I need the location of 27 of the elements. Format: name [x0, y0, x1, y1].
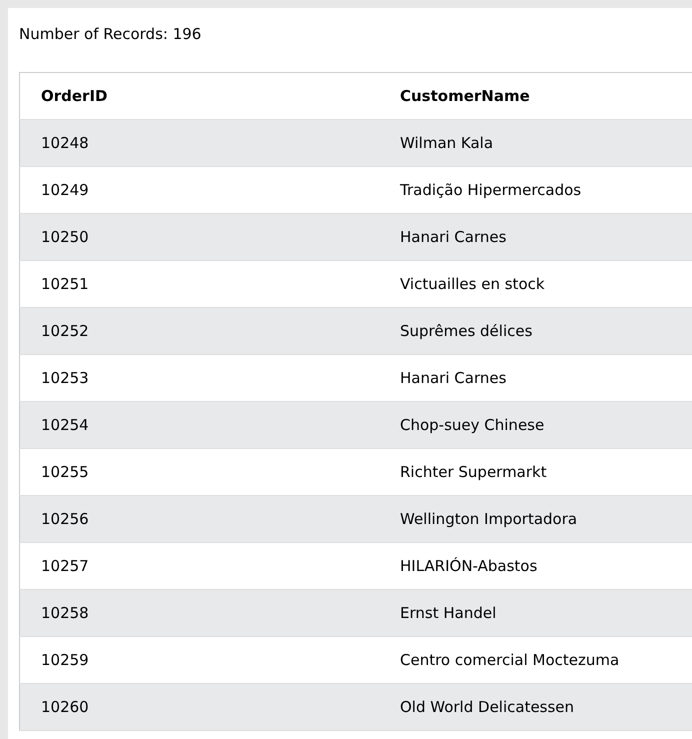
table-cell: Tradição Hipermercados [379, 166, 692, 214]
record-count: Number of Records: 196 [19, 24, 202, 45]
table-cell: Centro comercial Moctezuma [379, 636, 692, 684]
table-cell: 10256 [20, 496, 379, 542]
table-cell: HILARIÓN-Abastos [379, 542, 692, 590]
table-cell: 10249 [20, 166, 379, 214]
table-cell: Wilman Kala [379, 120, 692, 166]
table-cell: 10258 [20, 590, 379, 636]
table-cell: Wellington Importadora [379, 496, 692, 542]
table-cell: Richter Supermarkt [379, 448, 692, 496]
table-cell: 10248 [20, 120, 379, 166]
table-cell: 10254 [20, 402, 379, 448]
table-cell: 10259 [20, 636, 379, 684]
table-cell: Old World Delicatessen [379, 684, 692, 730]
table-cell: 10252 [20, 308, 379, 354]
table-cell: Hanari Carnes [379, 354, 692, 402]
table-cell: Suprêmes délices [379, 308, 692, 354]
table-cell: 10251 [20, 260, 379, 308]
table-cell: 10250 [20, 214, 379, 260]
table-cell: 10253 [20, 354, 379, 402]
table-cell: 10255 [20, 448, 379, 496]
table-cell: Chop-suey Chinese [379, 402, 692, 448]
table-cell: Ernst Handel [379, 590, 692, 636]
table-cell: Victuailles en stock [379, 260, 692, 308]
table-cell: Hanari Carnes [379, 214, 692, 260]
table-cell: 10257 [20, 542, 379, 590]
table-cell: 10260 [20, 684, 379, 730]
